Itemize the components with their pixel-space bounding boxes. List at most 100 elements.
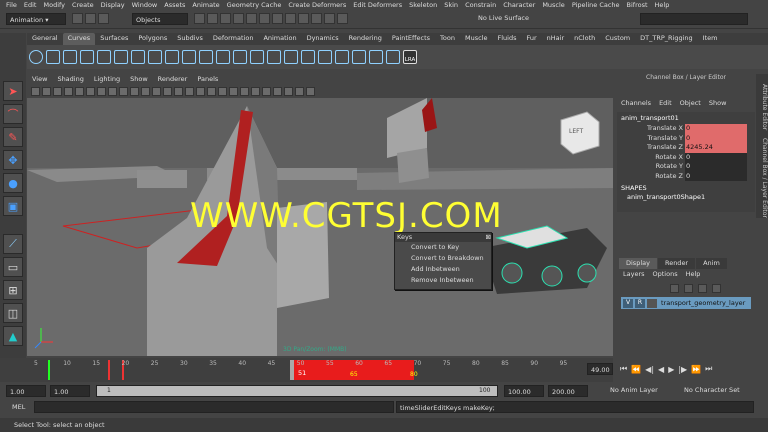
layer-tab-render[interactable]: Render xyxy=(657,258,696,269)
gamma-icon[interactable] xyxy=(306,87,315,96)
bezier-curve-icon[interactable] xyxy=(352,50,366,64)
layer-tab-display[interactable]: Display xyxy=(619,258,657,269)
attr-row-translate-x[interactable]: Translate X0 xyxy=(617,124,755,134)
playback-end-field[interactable]: 100.00 xyxy=(504,385,544,397)
keys-menu-item-add-inbetween[interactable]: Add Inbetween xyxy=(395,264,491,275)
viewport-menu-shading[interactable]: Shading xyxy=(52,74,88,85)
bookmark-icon[interactable] xyxy=(53,87,62,96)
step-forward-frame-icon[interactable]: |▶ xyxy=(678,365,687,374)
selection-mask-select[interactable]: Objects xyxy=(132,13,188,25)
open-curve-icon[interactable] xyxy=(386,50,400,64)
circle-curve-icon[interactable] xyxy=(29,50,43,64)
shape-name[interactable]: anim_transport0Shape1 xyxy=(617,192,755,202)
shelf-tab-surfaces[interactable]: Surfaces xyxy=(95,33,133,45)
shelf-tab-rendering[interactable]: Rendering xyxy=(344,33,387,45)
channel-menu-edit[interactable]: Edit xyxy=(655,98,676,109)
attr-value[interactable]: 0 xyxy=(685,162,747,172)
new-layer-selected-icon[interactable] xyxy=(712,284,721,293)
layout-single-icon[interactable]: ▭ xyxy=(3,257,23,277)
exposure-icon[interactable] xyxy=(295,87,304,96)
attr-value[interactable]: 0 xyxy=(685,171,747,181)
offset-curve-icon[interactable] xyxy=(199,50,213,64)
render-icon[interactable] xyxy=(272,13,283,24)
scale-tool-icon[interactable]: ▣ xyxy=(3,196,23,216)
layout-four-icon[interactable]: ⊞ xyxy=(3,280,23,300)
menu-geometry-cache[interactable]: Geometry Cache xyxy=(227,0,289,11)
select-tool-icon[interactable]: ➤ xyxy=(3,81,23,101)
fillet-curve-icon[interactable] xyxy=(250,50,264,64)
time-slider[interactable]: 51 65 80 5 10 15 20 25 30 35 40 45 50 55 60 65 70 75 80… xyxy=(0,358,613,382)
layer-up-icon[interactable] xyxy=(670,284,679,293)
motion-blur-icon[interactable] xyxy=(262,87,271,96)
menu-help[interactable]: Help xyxy=(655,0,677,11)
play-forward-icon[interactable]: ▶ xyxy=(668,365,674,374)
attr-value[interactable]: 0 xyxy=(685,133,747,143)
layer-menu-help[interactable]: Help xyxy=(682,269,705,280)
live-surface-icon[interactable] xyxy=(337,13,348,24)
shelf-tab-polygons[interactable]: Polygons xyxy=(133,33,172,45)
xray-icon[interactable] xyxy=(218,87,227,96)
pencil-curve-icon[interactable] xyxy=(97,50,111,64)
command-input[interactable] xyxy=(34,401,394,413)
viewport-menu-renderer[interactable]: Renderer xyxy=(153,74,193,85)
menu-assets[interactable]: Assets xyxy=(164,0,192,11)
attribute-editor-tab[interactable]: Attribute Editor xyxy=(756,74,768,140)
key-tick[interactable] xyxy=(48,360,50,380)
magnet-icon[interactable] xyxy=(324,13,335,24)
snap-plane-icon[interactable] xyxy=(233,13,244,24)
close-curve-icon[interactable] xyxy=(369,50,383,64)
menu-file[interactable]: File xyxy=(6,0,24,11)
safe-title-icon[interactable] xyxy=(141,87,150,96)
snap-surface-icon[interactable] xyxy=(246,13,257,24)
viewport-menu-view[interactable]: View xyxy=(27,74,52,85)
object-name[interactable]: anim_transport01 xyxy=(617,112,755,124)
view-cube-label[interactable]: LEFT xyxy=(569,128,583,135)
ipr-icon[interactable] xyxy=(285,13,296,24)
channel-menu-channels[interactable]: Channels xyxy=(617,98,655,109)
detach-curves-icon[interactable] xyxy=(148,50,162,64)
shelf-tab-fur[interactable]: Fur xyxy=(521,33,541,45)
attr-row-rotate-x[interactable]: Rotate X0 xyxy=(617,152,755,162)
shelf-tab-general[interactable]: General xyxy=(27,33,63,45)
cut-curve-icon[interactable] xyxy=(267,50,281,64)
attr-row-rotate-z[interactable]: Rotate Z0 xyxy=(617,171,755,181)
menu-window[interactable]: Window xyxy=(132,0,165,11)
layer-color-icon[interactable] xyxy=(647,298,657,308)
shelf-tab-ncloth[interactable]: nCloth xyxy=(569,33,600,45)
menu-edit[interactable]: Edit xyxy=(24,0,44,11)
ep-curve-icon[interactable] xyxy=(63,50,77,64)
attr-value[interactable]: 4245.24 xyxy=(685,143,747,153)
keys-menu-item-convert-to-key[interactable]: Convert to Key xyxy=(395,242,491,253)
attr-value[interactable]: 0 xyxy=(685,124,747,134)
snap-grid-icon[interactable] xyxy=(194,13,205,24)
shelf-tab-muscle[interactable]: Muscle xyxy=(460,33,493,45)
layer-visibility-toggle[interactable]: V xyxy=(623,298,633,308)
menu-character[interactable]: Character xyxy=(503,0,542,11)
render-settings-icon[interactable] xyxy=(298,13,309,24)
last-tool-icon[interactable]: ⟋ xyxy=(3,234,23,254)
layer-menu-options[interactable]: Options xyxy=(649,269,682,280)
layer-down-icon[interactable] xyxy=(684,284,693,293)
start-time-field[interactable]: 1.00 xyxy=(6,385,46,397)
gate-mask-icon[interactable] xyxy=(108,87,117,96)
safe-action-icon[interactable] xyxy=(130,87,139,96)
menu-skeleton[interactable]: Skeleton xyxy=(409,0,444,11)
channel-menu-object[interactable]: Object xyxy=(676,98,705,109)
hypershade-icon[interactable] xyxy=(311,13,322,24)
viewport-menu-panels[interactable]: Panels xyxy=(192,74,223,85)
shelf-tab-deformation[interactable]: Deformation xyxy=(208,33,259,45)
intersect-curve-icon[interactable] xyxy=(284,50,298,64)
textured-icon[interactable] xyxy=(185,87,194,96)
smooth-shade-icon[interactable] xyxy=(163,87,172,96)
shelf-tab-dt-trp-rigging[interactable]: DT_TRP_Rigging xyxy=(635,33,698,45)
lra-icon[interactable]: LRA xyxy=(403,50,417,64)
render-view-icon[interactable]: ▲ xyxy=(3,326,23,346)
attr-value[interactable]: 0 xyxy=(685,152,747,162)
snap-point-icon[interactable] xyxy=(220,13,231,24)
film-gate-icon[interactable] xyxy=(86,87,95,96)
layer-render-toggle[interactable]: R xyxy=(635,298,645,308)
aa-icon[interactable] xyxy=(273,87,282,96)
layer-menu-layers[interactable]: Layers xyxy=(619,269,649,280)
wireframe-on-shaded-icon[interactable] xyxy=(174,87,183,96)
menu-create-deformers[interactable]: Create Deformers xyxy=(288,0,353,11)
